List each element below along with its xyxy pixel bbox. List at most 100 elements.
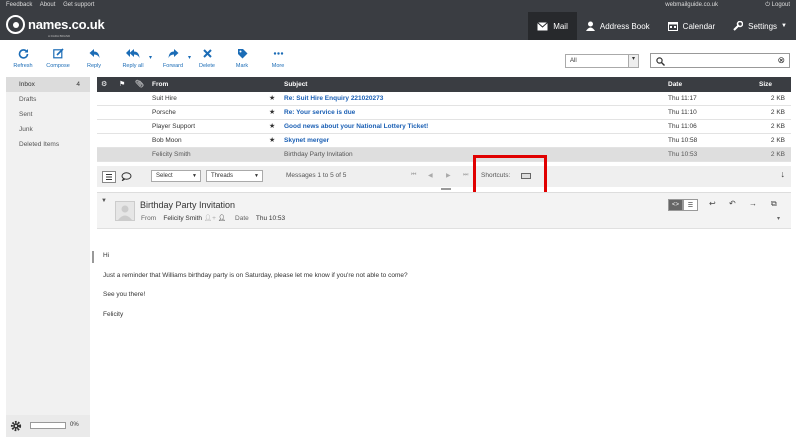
filter-select[interactable]: All ▾ [565, 54, 639, 68]
nav-calendar[interactable]: Calendar [659, 12, 724, 40]
logo[interactable]: names.co.uk [6, 15, 105, 34]
column-size[interactable]: Size [759, 81, 772, 88]
avatar [115, 201, 135, 221]
column-subject[interactable]: Subject [284, 81, 307, 88]
forward-label: Forward [162, 63, 184, 69]
list-options-gear-icon[interactable]: ⚙ [101, 80, 107, 88]
row-from: Porsche [152, 109, 176, 116]
folder-label: Sent [19, 111, 33, 118]
forward-button[interactable]: Forward ▾ [155, 48, 191, 69]
star-icon[interactable]: ★ [269, 136, 275, 144]
top-bar: Feedback About Get support names.co.uk A… [0, 0, 796, 40]
first-page-icon[interactable]: ⏮︎ [411, 172, 416, 179]
tag-icon [237, 49, 247, 59]
select-dropdown[interactable]: Select ▼ [151, 170, 201, 182]
clear-search-icon[interactable]: ⊗ [777, 55, 785, 66]
row-subject: Good news about your National Lottery Ti… [284, 123, 429, 130]
mark-label: Mark [235, 63, 249, 69]
arrow-down-icon[interactable]: ↓ [781, 169, 786, 179]
refresh-icon [18, 49, 28, 59]
previous-page-icon[interactable]: ◀ [428, 172, 433, 179]
next-page-icon[interactable]: ▶ [446, 172, 451, 179]
wrench-icon [733, 21, 744, 31]
reply-icon[interactable]: ↩ [709, 199, 716, 208]
chevron-down-icon: ▼ [254, 173, 259, 179]
refresh-button[interactable]: Refresh [6, 48, 40, 69]
about-link[interactable]: About [40, 2, 56, 8]
flag-icon[interactable]: ⚑ [119, 80, 125, 88]
row-date: Thu 10:58 [668, 137, 698, 144]
logo-mark-icon [6, 15, 25, 34]
folder-drafts[interactable]: Drafts [6, 92, 90, 107]
search-input[interactable]: ⊗ [650, 53, 790, 68]
text-view-icon[interactable]: ☰ [683, 199, 698, 211]
row-date: Thu 11:17 [668, 95, 697, 102]
nav-mail[interactable]: Mail [528, 12, 577, 40]
forward-icon [168, 49, 178, 58]
row-date: Thu 10:53 [668, 151, 698, 158]
list-menu-button[interactable] [102, 171, 116, 183]
table-row[interactable]: Suit Hire ★ Re: Suit Hire Enquiry 221020… [97, 92, 791, 106]
chevron-down-icon: ▼ [781, 23, 787, 29]
html-view-icon[interactable]: <> [668, 199, 683, 211]
column-date[interactable]: Date [668, 81, 682, 88]
row-subject: Re: Suit Hire Enquiry 221020273 [284, 95, 384, 102]
open-in-new-window-icon[interactable]: ⧉ [771, 199, 777, 209]
row-size: 2 KB [770, 123, 785, 130]
folder-label: Inbox [19, 81, 35, 88]
nav-settings[interactable]: Settings ▼ [724, 12, 796, 40]
add-contact-icon[interactable]: 👤︎+ [204, 215, 216, 222]
delete-button[interactable]: Delete [190, 48, 224, 69]
sidebar-resize-handle[interactable] [92, 251, 94, 263]
logout-button[interactable]: ⏻ Logout [765, 2, 790, 9]
more-label: More [271, 63, 285, 69]
preview-pane: ▼ Birthday Party Invitation From Felicit… [97, 192, 791, 437]
threads-dropdown[interactable]: Threads ▼ [206, 170, 263, 182]
table-row[interactable]: Porsche ★ Re: Your service is due Thu 11… [97, 106, 791, 120]
message-meta: From Felicity Smith 👤︎+ 👤︎ Date Thu 10:5… [141, 214, 285, 222]
folder-sent[interactable]: Sent [6, 107, 90, 122]
mark-button[interactable]: Mark [225, 48, 259, 69]
sidebar-footer: 0% [6, 415, 90, 437]
row-subject: Skynet merger [284, 137, 330, 144]
more-options-icon[interactable]: ▾ [777, 215, 780, 222]
table-row[interactable]: Bob Moon ★ Skynet merger Thu 10:58 2 KB [97, 134, 791, 148]
chevron-down-icon[interactable]: ▾ [149, 54, 152, 61]
forward-icon[interactable]: → [749, 199, 757, 208]
reply-button[interactable]: Reply [77, 48, 111, 69]
row-size: 2 KB [770, 151, 785, 158]
threads-toggle-button[interactable] [121, 172, 132, 183]
last-page-icon[interactable]: ⏭︎ [463, 172, 468, 179]
column-from[interactable]: From [152, 81, 168, 88]
reply-all-icon[interactable]: ↶ [729, 199, 736, 208]
reply-all-button[interactable]: Reply all ▾ [114, 48, 152, 69]
person-placeholder-icon [118, 205, 132, 220]
collapse-header-icon[interactable]: ▼ [101, 198, 107, 204]
nav-address-book[interactable]: Address Book [577, 12, 659, 40]
contact-icon[interactable]: 👤︎ [218, 215, 226, 222]
folder-deleted-items[interactable]: Deleted Items [6, 137, 90, 152]
star-icon[interactable]: ★ [269, 108, 275, 116]
quota-text: 0% [70, 422, 79, 428]
list-header: ⚙ ⚑ 📎︎ From Subject Date Size [97, 77, 791, 92]
table-row[interactable]: Player Support ★ Good news about your Na… [97, 120, 791, 134]
top-links: Feedback About Get support [6, 2, 100, 8]
person-icon [585, 21, 595, 31]
compose-button[interactable]: Compose [41, 48, 75, 69]
from-value[interactable]: Felicity Smith [163, 215, 202, 222]
pane-splitter[interactable] [441, 188, 451, 190]
star-icon[interactable]: ★ [269, 122, 275, 130]
more-button[interactable]: More [261, 48, 295, 69]
folder-inbox[interactable]: Inbox 4 [6, 77, 90, 92]
folder-sidebar: Inbox 4 Drafts Sent Junk Deleted Items 0… [6, 77, 90, 437]
attachment-icon[interactable]: 📎︎ [135, 80, 144, 88]
date-value: Thu 10:53 [255, 215, 286, 222]
gear-icon[interactable] [10, 420, 22, 432]
folder-junk[interactable]: Junk [6, 122, 90, 137]
table-row[interactable]: Felicity Smith Birthday Party Invitation… [97, 148, 791, 162]
logout-label: Logout [771, 2, 790, 8]
star-icon[interactable]: ★ [269, 94, 275, 102]
get-support-link[interactable]: Get support [63, 2, 94, 8]
feedback-link[interactable]: Feedback [6, 2, 32, 8]
from-label: From [141, 215, 157, 222]
